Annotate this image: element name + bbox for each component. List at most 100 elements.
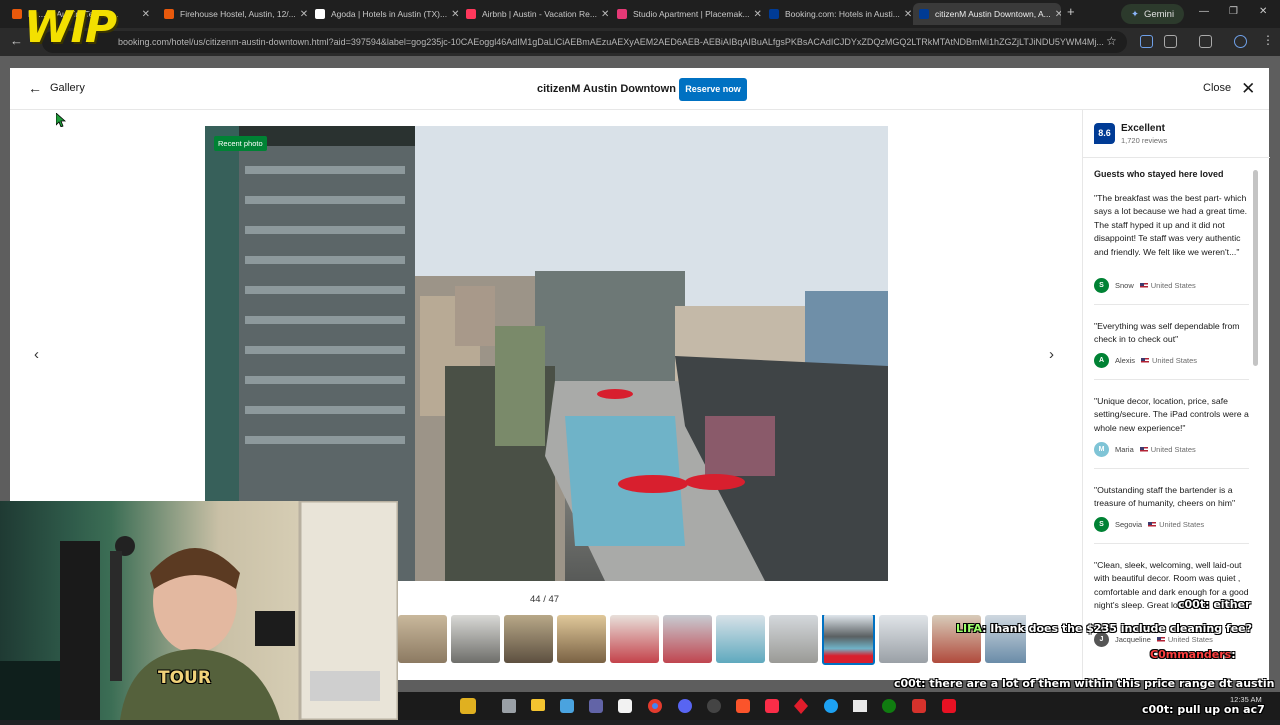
webcam-overlay: TOUR	[0, 501, 398, 720]
menu-kebab-icon[interactable]: ⋮	[1262, 33, 1274, 47]
chat-username: C0mmanders	[1150, 648, 1232, 661]
minimize-icon[interactable]: —	[1199, 6, 1209, 17]
reviewer: A Alexis United States	[1094, 353, 1197, 368]
profile-icon[interactable]	[1234, 35, 1247, 48]
modal-header: ← Gallery citizenM Austin Downtown Reser…	[10, 68, 1269, 110]
tab-label: Studio Apartment | Placemak...	[633, 9, 750, 19]
divider	[1094, 304, 1249, 305]
tab-label: Agoda | Hotels in Austin (TX)...	[331, 9, 448, 19]
url-field[interactable]: booking.com/hotel/us/citizenm-austin-dow…	[42, 31, 1127, 53]
thumbnail[interactable]	[557, 615, 606, 663]
reviews-sidebar: 8.6 Excellent 1,720 reviews Guests who s…	[1082, 110, 1270, 680]
reserve-now-button[interactable]: Reserve now	[679, 78, 747, 101]
tab-label: citizenM Austin Downtown, A...	[935, 9, 1051, 19]
photo-counter: 44 / 47	[530, 594, 560, 605]
tab-agoda[interactable]: Agoda | Hotels in Austin (TX)... ✕	[309, 3, 459, 25]
close-tab-icon[interactable]: ✕	[1051, 9, 1061, 20]
avatar: M	[1094, 442, 1109, 457]
back-to-gallery-button[interactable]: ← Gallery	[28, 80, 85, 96]
reviews-scrollbar[interactable]	[1253, 170, 1258, 366]
chat-text: : Ihank does the $235 include cleaning f…	[982, 622, 1253, 635]
tab-label: Booking.com: Hotels in Austi...	[785, 9, 900, 19]
site-favicon-icon	[164, 9, 174, 19]
thumbnail[interactable]	[769, 615, 818, 663]
extensions-icon[interactable]	[1164, 35, 1177, 48]
back-arrow-icon[interactable]: ←	[10, 33, 23, 48]
recent-photo-badge: Recent photo	[214, 136, 267, 151]
reviewer-name: Alexis	[1115, 356, 1136, 365]
reviewer-country: United States	[1159, 520, 1205, 529]
review-text: "Clean, sleek, welcoming, well laid-out …	[1094, 560, 1249, 611]
reviewer-name: Maria	[1115, 445, 1134, 454]
arrow-left-icon: ←	[28, 80, 42, 96]
guests-loved-title: Guests who stayed here loved	[1094, 169, 1224, 179]
restore-icon[interactable]: ❐	[1229, 6, 1238, 17]
tab-firehouse-hostel[interactable]: Firehouse Hostel, Austin, 12/... ✕	[158, 3, 308, 25]
site-favicon-icon	[12, 9, 22, 19]
chat-text: : either	[1205, 598, 1251, 611]
review-text: "Everything was self dependable from che…	[1094, 321, 1240, 345]
gemini-button[interactable]: ✦ Gemini	[1121, 4, 1185, 24]
site-favicon-icon	[617, 9, 627, 19]
reviewer-country: United States	[1150, 445, 1196, 454]
tab-placemakr[interactable]: Studio Apartment | Placemak... ✕	[611, 3, 761, 25]
reviewer: S Segovia United States	[1094, 517, 1204, 532]
close-icon: ✕	[1241, 78, 1256, 98]
divider	[1094, 379, 1249, 380]
chat-text: : pull up on ac7	[1169, 703, 1265, 716]
tab-citizenm[interactable]: citizenM Austin Downtown, A... ✕	[913, 3, 1061, 25]
gallery-label: Gallery	[50, 82, 85, 94]
thumbnail[interactable]	[879, 615, 928, 663]
thumbnail[interactable]	[504, 615, 553, 663]
divider	[1094, 543, 1249, 544]
close-tab-icon[interactable]: ✕	[597, 9, 609, 20]
thumbnail[interactable]	[398, 615, 447, 663]
close-label: Close	[1203, 82, 1232, 94]
browser-tab-bar: Ba... in Austin, Texas, ... ✕ Firehouse …	[0, 0, 1280, 28]
hotel-title: citizenM Austin Downtown	[537, 83, 676, 95]
chat-message: c00t: pull up on ac7	[1142, 703, 1265, 716]
tab-booking-hotels[interactable]: Booking.com: Hotels in Austi... ✕	[763, 3, 913, 25]
shirt-text: TOUR	[158, 668, 211, 688]
bookmark-star-icon[interactable]: ☆	[1106, 34, 1117, 48]
review-score-badge: 8.6	[1094, 123, 1115, 144]
reviewer-country: United States	[1152, 356, 1198, 365]
address-bar-row: booking.com/hotel/us/citizenm-austin-dow…	[0, 28, 1280, 56]
mouse-cursor-icon	[56, 113, 66, 127]
thumbnail-strip	[398, 615, 1026, 665]
avatar: S	[1094, 278, 1109, 293]
reviews-count[interactable]: 1,720 reviews	[1121, 136, 1167, 145]
close-tab-icon[interactable]: ✕	[900, 9, 912, 20]
tab-label: Airbnb | Austin - Vacation Re...	[482, 9, 597, 19]
chat-message: c00t: either	[1178, 598, 1251, 611]
chat-username: c00t	[894, 677, 922, 690]
review-text: "Outstanding staff the bartender is a tr…	[1094, 485, 1236, 509]
thumbnail-selected[interactable]	[822, 615, 875, 665]
close-tab-icon[interactable]: ✕	[447, 9, 459, 20]
close-tab-icon[interactable]: ✕	[296, 9, 308, 20]
url-text: booking.com/hotel/us/citizenm-austin-dow…	[118, 37, 1104, 47]
thumbnail[interactable]	[663, 615, 712, 663]
close-button[interactable]: Close ✕	[1203, 78, 1256, 98]
translate-icon[interactable]	[1140, 35, 1153, 48]
close-tab-icon[interactable]: ✕	[138, 9, 150, 20]
site-favicon-icon	[919, 9, 929, 19]
reviewer: M Maria United States	[1094, 442, 1196, 457]
thumbnail[interactable]	[716, 615, 765, 663]
previous-photo-chevron-icon[interactable]: ‹	[34, 346, 39, 363]
thumbnail[interactable]	[451, 615, 500, 663]
us-flag-icon	[1139, 446, 1148, 453]
close-window-icon[interactable]: ✕	[1259, 6, 1267, 17]
tab-airbnb[interactable]: Airbnb | Austin - Vacation Re... ✕	[460, 3, 610, 25]
close-tab-icon[interactable]: ✕	[750, 9, 761, 20]
reviewer: S Snow United States	[1094, 278, 1196, 293]
divider	[1094, 468, 1249, 469]
sidebar-icon[interactable]	[1199, 35, 1212, 48]
chat-username: c00t	[1178, 598, 1206, 611]
chat-message: c00t: there are a lot of them within thi…	[894, 677, 1274, 690]
new-tab-icon[interactable]: +	[1067, 4, 1075, 19]
thumbnail[interactable]	[610, 615, 659, 663]
chat-username: c00t	[1142, 703, 1170, 716]
site-favicon-icon	[315, 9, 325, 19]
next-photo-chevron-icon[interactable]: ›	[1049, 346, 1054, 363]
